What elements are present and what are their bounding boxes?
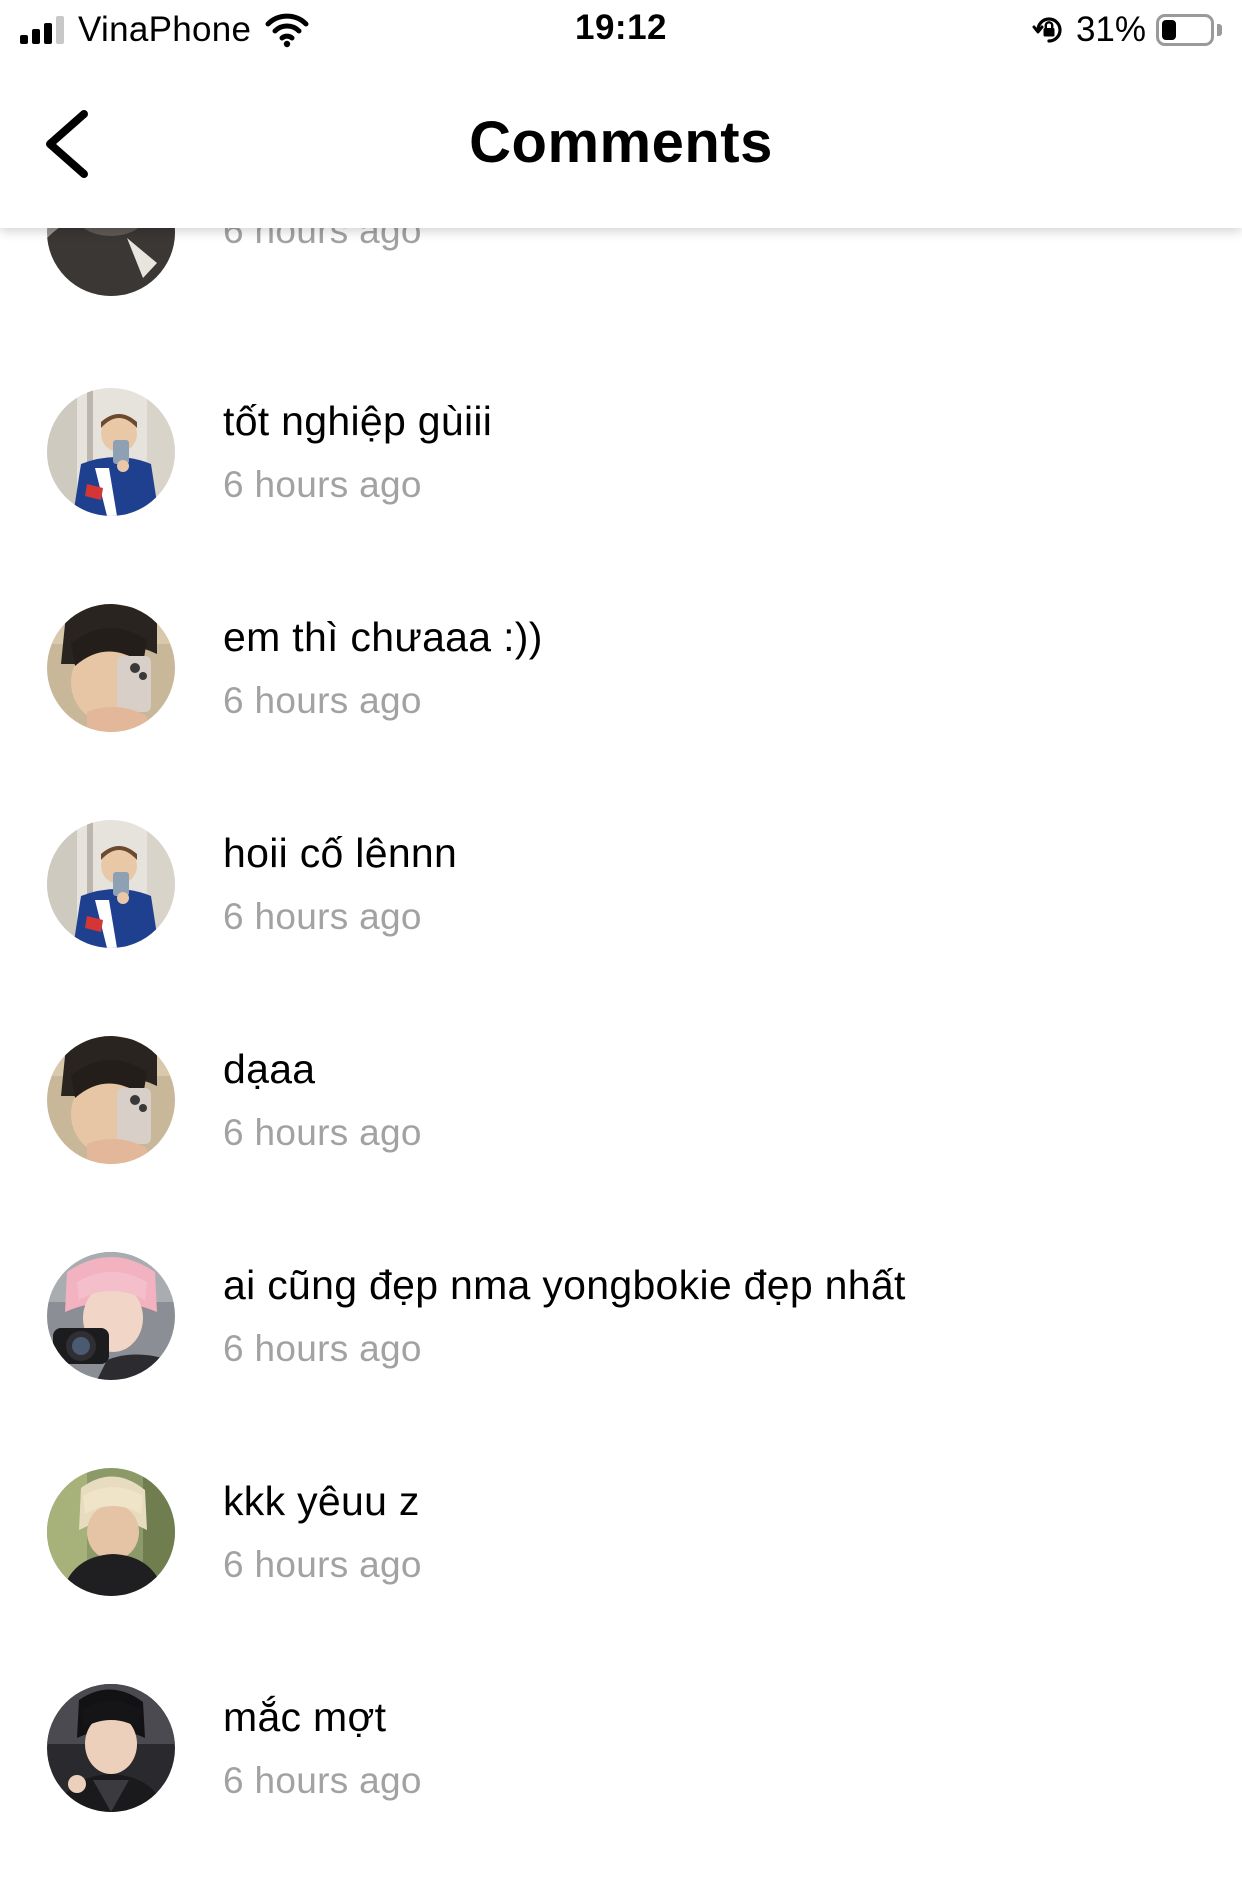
avatar-pink-hair-camera-image (47, 1252, 175, 1380)
battery-cap (1217, 24, 1222, 36)
battery-percent: 31% (1075, 10, 1146, 49)
comment-text: tốt nghiệp gùiii (223, 398, 493, 444)
battery-icon (1156, 14, 1214, 46)
comment-text: dạaa (223, 1046, 316, 1092)
comment-text: kkk yêuu z (223, 1478, 420, 1524)
avatar-phone-selfie-image (47, 1036, 175, 1164)
status-bar: VinaPhone 19:12 31% (0, 0, 1242, 62)
battery-level-fill (1162, 20, 1176, 40)
page-title: Comments (469, 110, 773, 175)
comment-timestamp: 6 hours ago (223, 1112, 422, 1153)
comment-timestamp: 6 hours ago (223, 896, 422, 937)
comment-timestamp: 6 hours ago (223, 464, 422, 505)
avatar-mirror-selfie-image (47, 388, 175, 516)
avatar[interactable] (47, 1252, 175, 1380)
comment-timestamp: 6 hours ago (223, 1760, 422, 1801)
avatar[interactable] (47, 1468, 175, 1596)
comment-item: tốt nghiệp gùiii 6 hours ago (0, 388, 1242, 604)
comment-item: dạaa 6 hours ago (0, 1036, 1242, 1252)
avatar-dark-portrait-image (47, 1684, 175, 1812)
comment-item: ai cũng đẹp nma yongbokie đẹp nhất 6 hou… (0, 1252, 1242, 1468)
comment-timestamp: 6 hours ago (223, 1544, 422, 1585)
navigation-bar: Comments (0, 62, 1242, 228)
comment-text: ai cũng đẹp nma yongbokie đẹp nhất (223, 1262, 906, 1308)
avatar-blond-hair-image (47, 1468, 175, 1596)
avatar[interactable] (47, 604, 175, 732)
avatar-phone-selfie-image (47, 604, 175, 732)
comment-timestamp: 6 hours ago (223, 680, 422, 721)
avatar[interactable] (47, 1684, 175, 1812)
comment-list[interactable]: 6 hours ago tốt nghiệp gùiii 6 hours ago (0, 0, 1242, 1855)
comment-text: mắc mợt (223, 1694, 387, 1740)
comment-item: hoii cố lênnn 6 hours ago (0, 820, 1242, 1036)
avatar[interactable] (47, 388, 175, 516)
comment-text: hoii cố lênnn (223, 830, 458, 876)
comment-item: kkk yêuu z 6 hours ago (0, 1468, 1242, 1684)
avatar-mirror-selfie-image (47, 820, 175, 948)
avatar[interactable] (47, 1036, 175, 1164)
comment-item: mắc mợt 6 hours ago (0, 1684, 1242, 1900)
orientation-lock-icon (1032, 17, 1062, 43)
status-bar-right: 31% (1032, 10, 1222, 50)
comment-text: em thì chưaaa :)) (223, 614, 543, 660)
comment-item: em thì chưaaa :)) 6 hours ago (0, 604, 1242, 820)
comment-timestamp: 6 hours ago (223, 1328, 422, 1369)
avatar[interactable] (47, 820, 175, 948)
